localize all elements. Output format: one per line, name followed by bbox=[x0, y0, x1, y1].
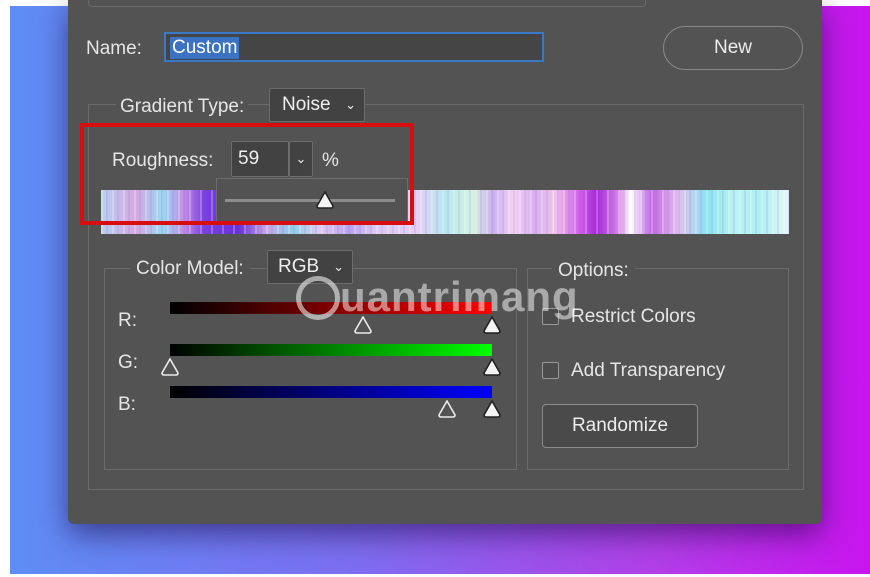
top-panel-edge bbox=[88, 0, 646, 7]
gradient-type-label: Gradient Type: bbox=[116, 96, 249, 118]
roughness-value: 59 bbox=[238, 148, 260, 169]
channel-label: R: bbox=[118, 310, 137, 331]
watermark-logo-icon bbox=[296, 276, 340, 320]
name-input[interactable]: Custom bbox=[164, 32, 544, 62]
gradient-editor-dialog: Name: Custom New Gradient Type: Noise ⌄ … bbox=[68, 0, 822, 524]
channel-min-stop[interactable] bbox=[353, 316, 373, 334]
gradient-type-value: Noise bbox=[282, 94, 331, 115]
new-button[interactable]: New bbox=[663, 26, 803, 70]
channel-color-bar bbox=[170, 344, 492, 356]
channel-min-stop[interactable] bbox=[160, 358, 180, 376]
channel-max-stop[interactable] bbox=[482, 358, 502, 376]
channel-label: G: bbox=[118, 352, 139, 373]
chevron-down-icon: ⌄ bbox=[333, 259, 344, 274]
add-transparency-label: Add Transparency bbox=[571, 360, 726, 381]
restrict-colors-label: Restrict Colors bbox=[571, 306, 696, 327]
roughness-dropdown-toggle[interactable]: ⌄ bbox=[289, 141, 313, 177]
roughness-label: Roughness: bbox=[112, 150, 214, 171]
channel-label: B: bbox=[118, 394, 136, 415]
chevron-down-icon: ⌄ bbox=[345, 97, 356, 112]
restrict-colors-checkbox[interactable] bbox=[542, 308, 559, 325]
name-input-value: Custom bbox=[170, 37, 240, 59]
channel-color-bar bbox=[170, 386, 492, 398]
gradient-type-dropdown[interactable]: Noise ⌄ bbox=[269, 88, 365, 122]
color-model-label: Color Model: bbox=[130, 258, 250, 280]
roughness-input[interactable]: 59 bbox=[231, 141, 289, 177]
channel-max-stop[interactable] bbox=[482, 316, 502, 334]
add-transparency-checkbox[interactable] bbox=[542, 362, 559, 379]
randomize-button[interactable]: Randomize bbox=[542, 404, 698, 448]
options-label: Options: bbox=[552, 260, 635, 282]
chevron-down-icon: ⌄ bbox=[295, 151, 307, 166]
channel-min-stop[interactable] bbox=[437, 400, 457, 418]
name-label: Name: bbox=[86, 38, 142, 59]
roughness-unit: % bbox=[322, 150, 339, 171]
channel-max-stop[interactable] bbox=[482, 400, 502, 418]
color-model-value: RGB bbox=[278, 256, 320, 277]
